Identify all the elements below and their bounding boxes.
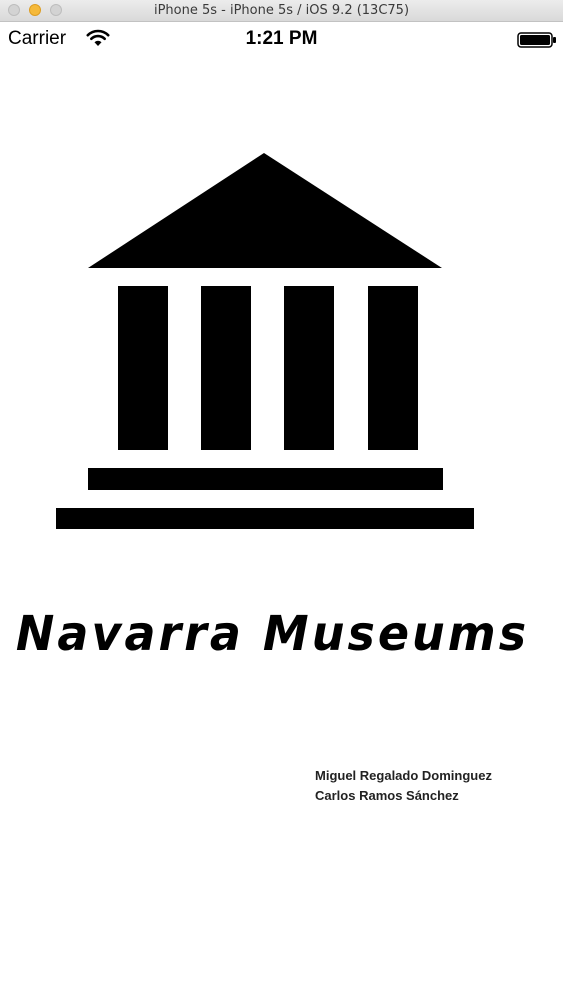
museum-column-4: [368, 286, 418, 450]
museum-step-lower: [56, 508, 474, 529]
window-title: iPhone 5s - iPhone 5s / iOS 9.2 (13C75): [153, 3, 410, 18]
museum-building-icon: [56, 153, 474, 529]
museum-column-1: [118, 286, 168, 450]
battery-icon: [517, 32, 556, 48]
app-title: Navarra Museums: [15, 604, 530, 662]
museum-column-2: [201, 286, 251, 450]
simulator-title-bar: iPhone 5s - iPhone 5s / iOS 9.2 (13C75): [0, 0, 563, 22]
museum-step-upper: [88, 468, 443, 490]
status-time: 1:21 PM: [245, 28, 318, 49]
museum-column-3: [284, 286, 334, 450]
credit-author-1: Miguel Regalado Dominguez: [315, 768, 492, 783]
museum-roof: [88, 153, 442, 268]
simulator-window: iPhone 5s - iPhone 5s / iOS 9.2 (13C75) …: [0, 0, 563, 1000]
credits-block: Miguel Regalado Dominguez Carlos Ramos S…: [315, 766, 492, 806]
ios-status-bar: Carrier 1:21 PM: [0, 22, 563, 56]
credit-author-2: Carlos Ramos Sánchez: [315, 788, 459, 803]
